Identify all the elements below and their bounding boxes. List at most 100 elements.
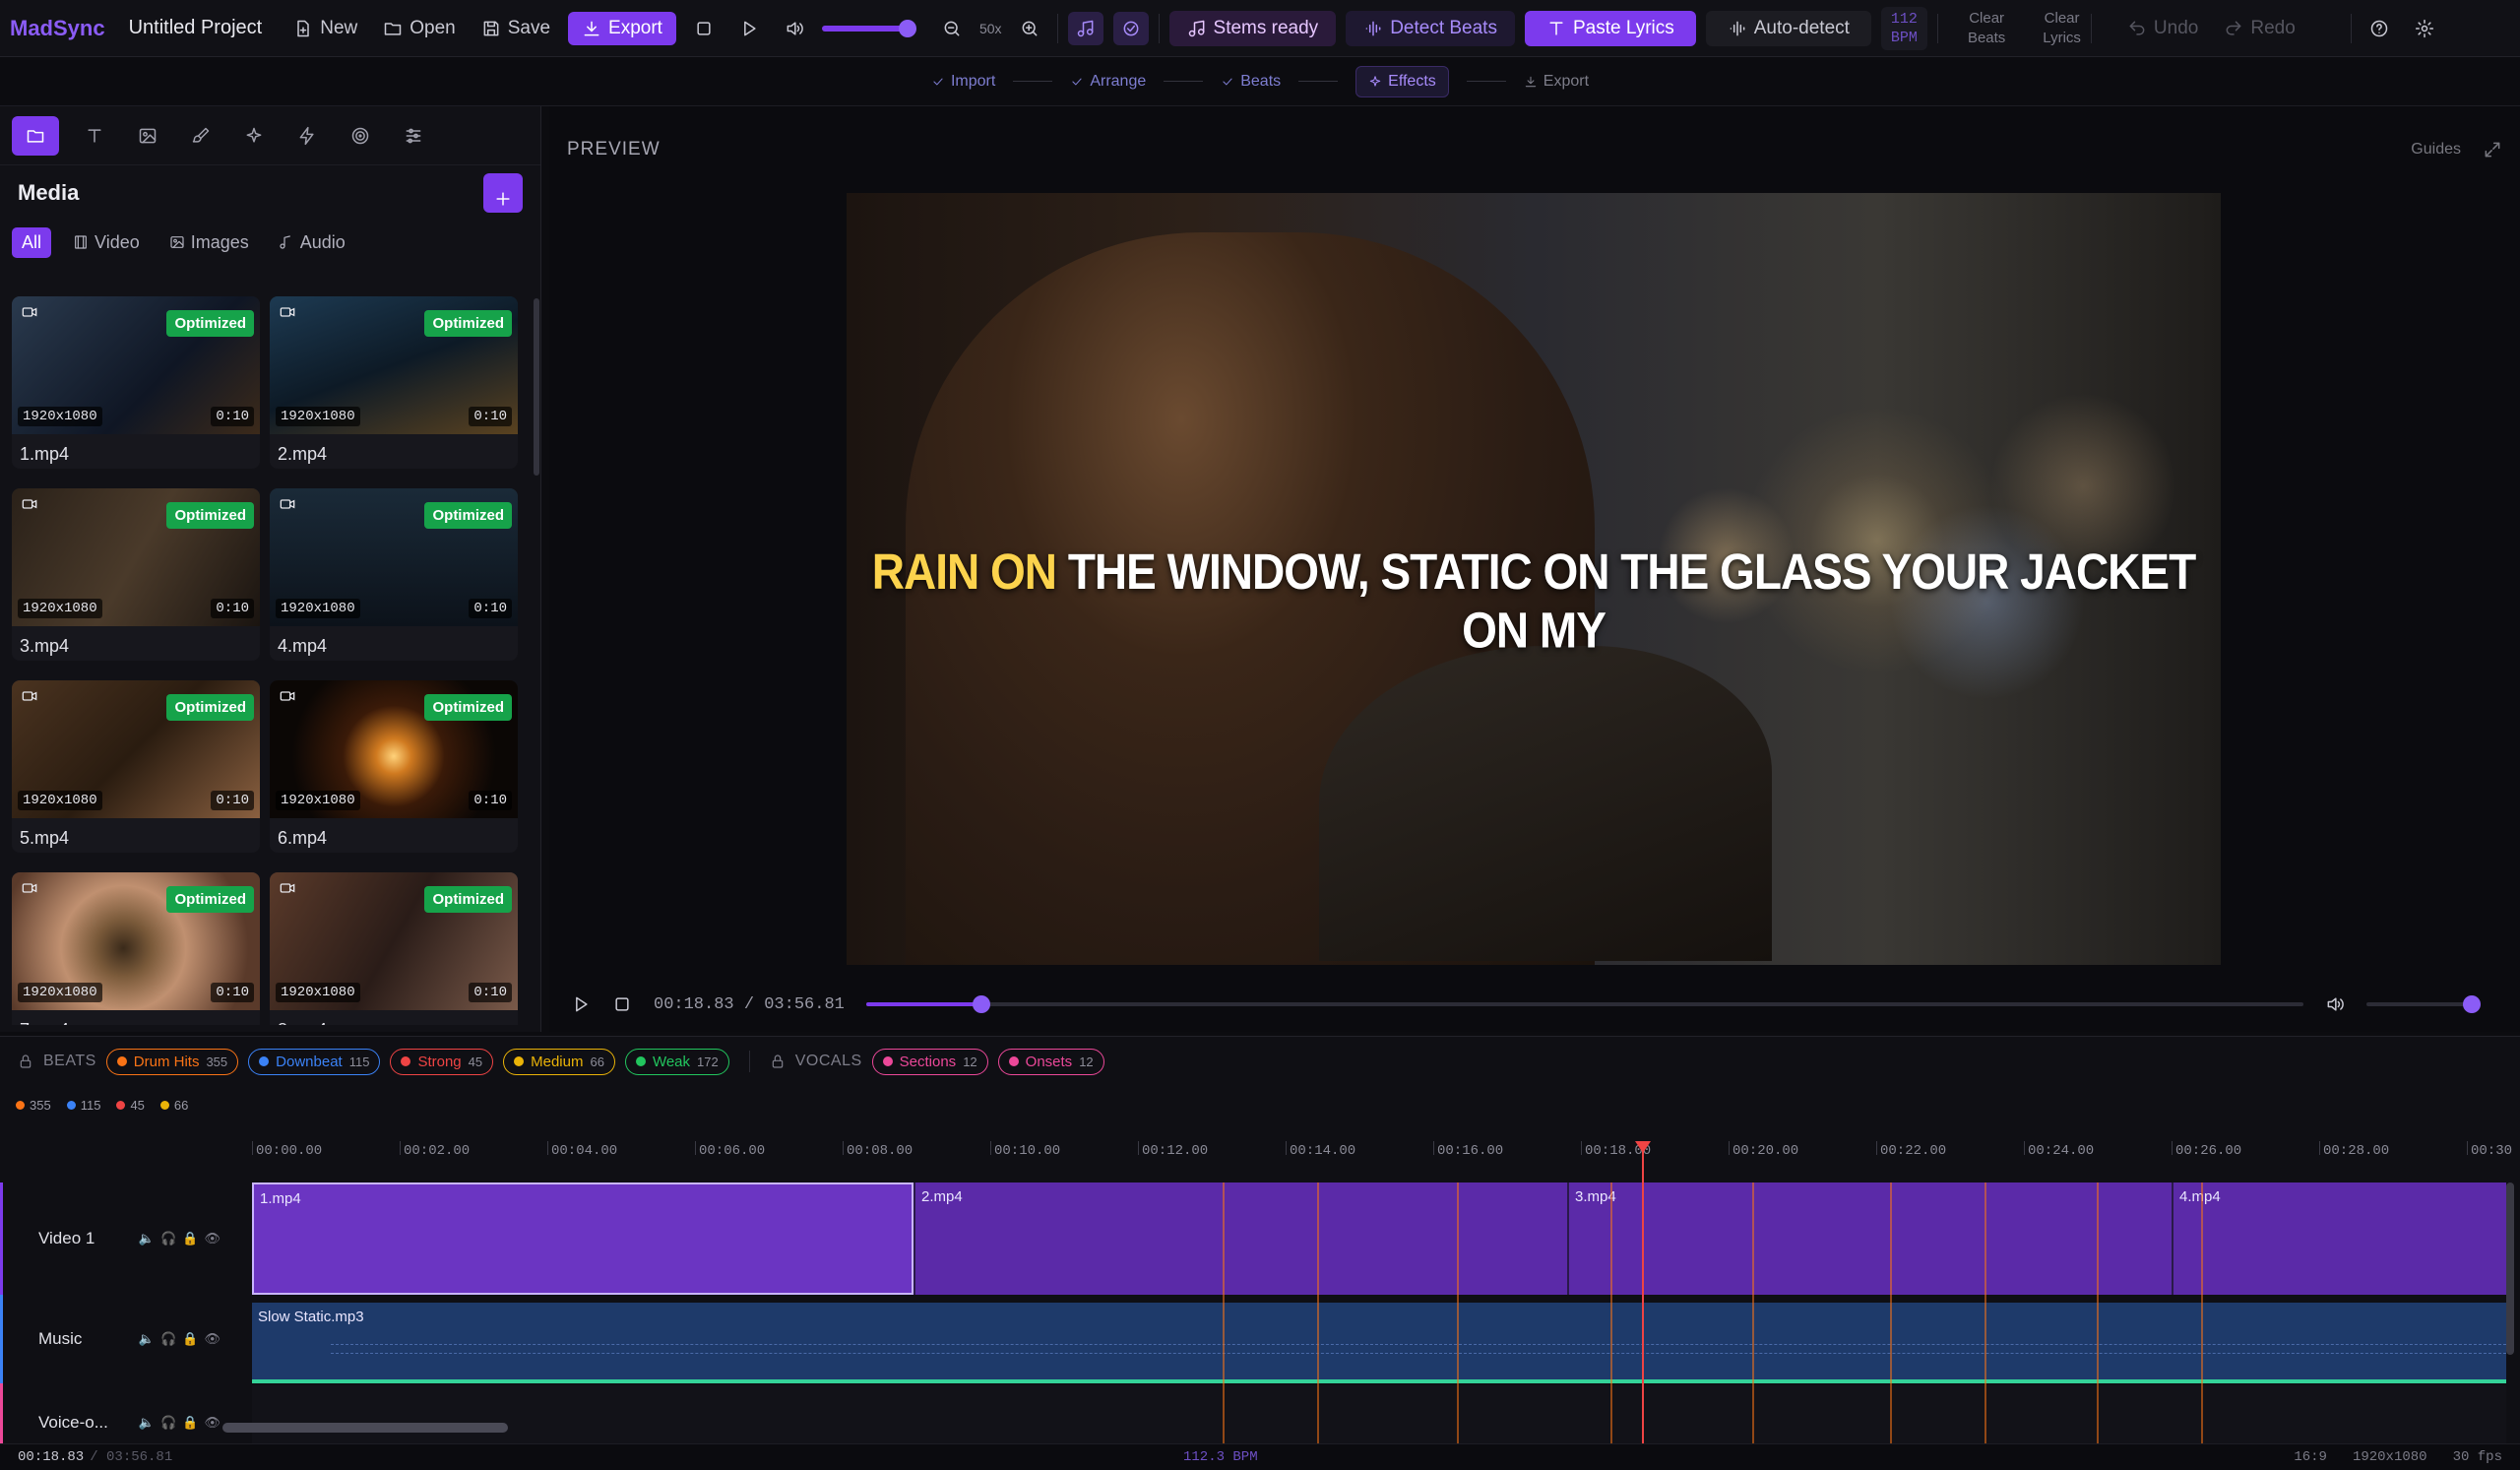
tab-target[interactable] [343,118,378,154]
media-card[interactable]: Optimized 1920x1080 0:10 4.mp4 [270,488,518,661]
stop-button[interactable] [686,13,722,44]
video-clip[interactable]: 2.mp4 [914,1182,1567,1295]
media-card[interactable]: Optimized 1920x1080 0:10 8.mp4 [270,872,518,1025]
video-preview[interactable]: RAIN ON THE WINDOW, STATIC ON THE GLASS … [847,193,2221,965]
redo-button[interactable]: Redo [2216,12,2302,45]
video-clip[interactable]: 4.mp4 [2172,1182,2506,1295]
eye-icon[interactable]: 👁 [204,1231,220,1246]
step-import[interactable]: Import [931,73,995,91]
tab-adjust[interactable] [396,118,431,154]
preview-volume-handle[interactable] [2462,995,2481,1013]
open-button[interactable]: Open [375,12,463,45]
step-export[interactable]: Export [1524,73,1589,91]
new-button[interactable]: New [285,12,365,45]
media-card[interactable]: Optimized 1920x1080 0:10 1.mp4 [12,296,260,469]
video-clip[interactable]: 1.mp4 [252,1182,914,1295]
tab-media[interactable] [12,115,59,156]
paste-lyrics-button[interactable]: Paste Lyrics [1524,10,1696,46]
clear-lyrics-button[interactable]: Clear Lyrics [2043,9,2081,48]
video-lane[interactable]: 1.mp4 2.mp4 3.mp4 4.mp4 [252,1182,2506,1295]
music-mode-button[interactable] [1067,11,1103,45]
mute-icon[interactable]: 🔈 [139,1231,155,1246]
seek-bar[interactable] [865,995,2303,1013]
auto-detect-button[interactable]: Auto-detect [1705,10,1871,46]
ruler-label: 00:18.00 [1585,1143,1652,1159]
media-card[interactable]: Optimized 1920x1080 0:10 2.mp4 [270,296,518,469]
filter-images[interactable]: Images [161,227,257,258]
step-effects[interactable]: Effects [1355,65,1449,97]
save-button[interactable]: Save [473,12,558,45]
undo-button[interactable]: Undo [2119,12,2206,45]
volume-icon[interactable] [2325,994,2345,1014]
filter-chip[interactable]: Downbeat 115 [248,1048,381,1075]
filter-chip[interactable]: Sections 12 [871,1048,988,1075]
play-icon[interactable] [571,994,591,1014]
export-button[interactable]: Export [568,11,676,45]
eye-icon[interactable]: 👁 [204,1415,220,1431]
music-clip[interactable]: Slow Static.mp3 [252,1303,2506,1383]
music-lane[interactable]: Slow Static.mp3 [252,1303,2506,1383]
play-button[interactable] [731,13,767,44]
zoom-out-button[interactable] [934,13,970,44]
mute-icon[interactable]: 🔈 [139,1331,155,1347]
project-name[interactable]: Untitled Project [129,17,263,39]
lock-icon[interactable]: 🔒 [182,1231,198,1246]
filter-audio[interactable]: Audio [271,227,353,258]
volume-slider[interactable] [821,19,916,37]
time-ruler[interactable]: 00:00.00 00:02.00 00:04.00 00:06.00 00:08.00… [252,1086,2520,1182]
lock-icon[interactable] [18,1054,33,1069]
video-clip[interactable]: 3.mp4 [1567,1182,2172,1295]
sync-mode-button[interactable] [1112,11,1149,45]
filter-all[interactable]: All [12,226,52,258]
volume-button[interactable] [777,13,812,44]
chip-label: Medium [531,1053,584,1070]
tab-effects[interactable] [289,118,325,154]
media-card[interactable]: Optimized 1920x1080 0:10 6.mp4 [270,680,518,853]
media-card[interactable]: Optimized 1920x1080 0:10 3.mp4 [12,488,260,661]
filter-chip[interactable]: Onsets 12 [997,1048,1104,1075]
headphones-icon[interactable]: 🎧 [160,1331,176,1347]
lock-icon[interactable] [770,1054,786,1069]
headphones-icon[interactable]: 🎧 [160,1415,176,1431]
filter-chip[interactable]: Strong 45 [390,1048,494,1075]
chip-count: 355 [206,1054,228,1069]
tab-sparkle[interactable] [236,118,272,154]
settings-button[interactable] [2407,13,2442,44]
help-button[interactable] [2362,13,2397,44]
timeline-hscrollbar[interactable] [222,1423,508,1433]
detect-beats-button[interactable]: Detect Beats [1346,10,1515,46]
filter-video[interactable]: Video [65,227,148,258]
tab-brush[interactable] [183,118,219,154]
media-card[interactable]: Optimized 1920x1080 0:10 7.mp4 [12,872,260,1025]
seek-handle[interactable] [972,995,990,1013]
timeline-vscrollbar[interactable] [2506,1182,2514,1355]
media-scrollbar[interactable] [534,298,539,476]
stems-ready-button[interactable]: Stems ready [1168,10,1337,46]
headphones-icon[interactable]: 🎧 [160,1231,176,1246]
bpm-display[interactable]: 112 BPM [1880,6,1927,50]
step-beats[interactable]: Beats [1221,73,1281,91]
stop-icon[interactable] [612,994,632,1014]
filter-chip[interactable]: Drum Hits 355 [105,1048,239,1075]
tab-images[interactable] [130,118,165,154]
guides-toggle[interactable]: Guides [2411,141,2461,159]
music-note-icon [1076,19,1096,38]
mute-icon[interactable]: 🔈 [139,1415,155,1431]
zoom-in-button[interactable] [1012,13,1047,44]
lock-icon[interactable]: 🔒 [182,1415,198,1431]
filter-chip[interactable]: Medium 66 [503,1048,615,1075]
filter-chip[interactable]: Weak 172 [624,1048,729,1075]
tab-text[interactable] [77,118,112,154]
eye-icon[interactable]: 👁 [204,1331,220,1347]
media-card[interactable]: Optimized 1920x1080 0:10 5.mp4 [12,680,260,853]
add-media-button[interactable] [483,173,523,213]
clear-beats-button[interactable]: Clear Beats [1968,9,2005,48]
track-header-music[interactable]: Music 🔈 🎧 🔒 👁 [0,1295,236,1383]
volume-slider-handle[interactable] [898,19,916,37]
lock-icon[interactable]: 🔒 [182,1331,198,1347]
preview-header: PREVIEW Guides [549,106,2520,193]
track-header-video[interactable]: Video 1 🔈 🎧 🔒 👁 [0,1182,236,1295]
preview-volume-slider[interactable] [2365,995,2481,1013]
expand-icon[interactable] [2483,140,2502,160]
step-arrange[interactable]: Arrange [1070,73,1146,91]
